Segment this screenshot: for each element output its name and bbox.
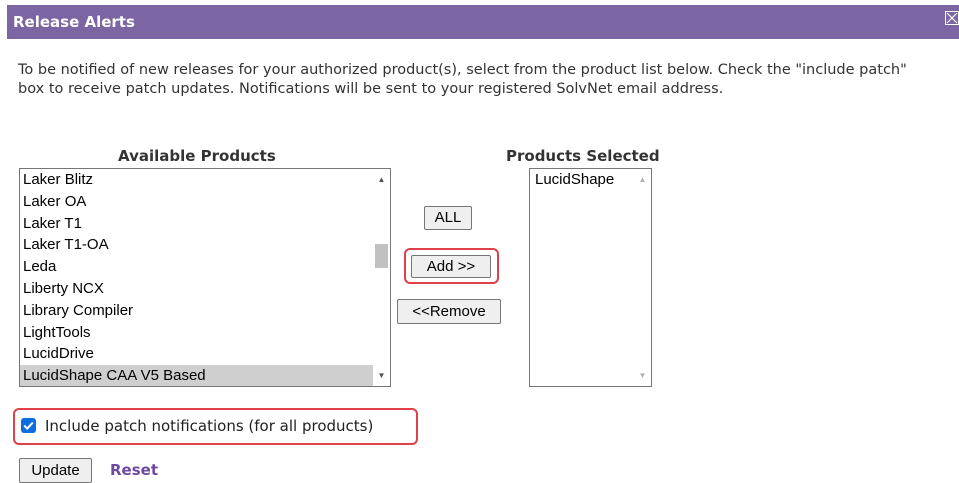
selected-option[interactable]: LucidShape	[530, 169, 651, 191]
available-scrollbar[interactable]: ▲ ▼	[373, 169, 390, 386]
available-products-list[interactable]: Laker Blitz Laker OA Laker T1 Laker T1-O…	[19, 168, 391, 387]
patch-checkbox[interactable]	[21, 418, 36, 433]
available-option[interactable]: Laker Blitz	[20, 169, 390, 191]
available-products-heading: Available Products	[118, 147, 276, 165]
available-option[interactable]: LucidDrive	[20, 343, 390, 365]
available-option[interactable]: Laker T1	[20, 213, 390, 235]
update-button[interactable]: Update	[19, 458, 92, 483]
all-button[interactable]: ALL	[424, 206, 472, 230]
remove-button[interactable]: <<Remove	[397, 299, 501, 324]
available-option[interactable]: Liberty NCX	[20, 278, 390, 300]
intro-text: To be notified of new releases for your …	[18, 62, 907, 97]
scroll-down-icon[interactable]: ▼	[634, 367, 651, 384]
products-selected-list[interactable]: LucidShape ▲ ▼	[529, 168, 652, 387]
scroll-thumb[interactable]	[375, 244, 388, 268]
available-option[interactable]: Laker T1-OA	[20, 234, 390, 256]
close-icon[interactable]	[945, 11, 959, 25]
checkmark-icon	[23, 421, 34, 431]
available-option[interactable]: Leda	[20, 256, 390, 278]
scroll-up-icon[interactable]: ▲	[634, 171, 651, 188]
selected-scrollbar[interactable]: ▲ ▼	[634, 169, 651, 386]
available-option[interactable]: Laker OA	[20, 191, 390, 213]
add-button[interactable]: Add >>	[411, 255, 491, 278]
scroll-down-icon[interactable]: ▼	[373, 367, 390, 384]
reset-link[interactable]: Reset	[110, 461, 158, 479]
products-selected-heading: Products Selected	[506, 147, 660, 165]
available-options: Laker Blitz Laker OA Laker T1 Laker T1-O…	[20, 169, 390, 386]
patch-label[interactable]: Include patch notifications (for all pro…	[45, 417, 373, 435]
dialog-titlebar: Release Alerts	[7, 5, 959, 39]
available-option[interactable]: Library Compiler	[20, 300, 390, 322]
dialog-title: Release Alerts	[13, 13, 135, 31]
scroll-up-icon[interactable]: ▲	[373, 171, 390, 188]
available-option-selected[interactable]: LucidShape CAA V5 Based	[20, 365, 390, 386]
available-option[interactable]: LightTools	[20, 322, 390, 344]
